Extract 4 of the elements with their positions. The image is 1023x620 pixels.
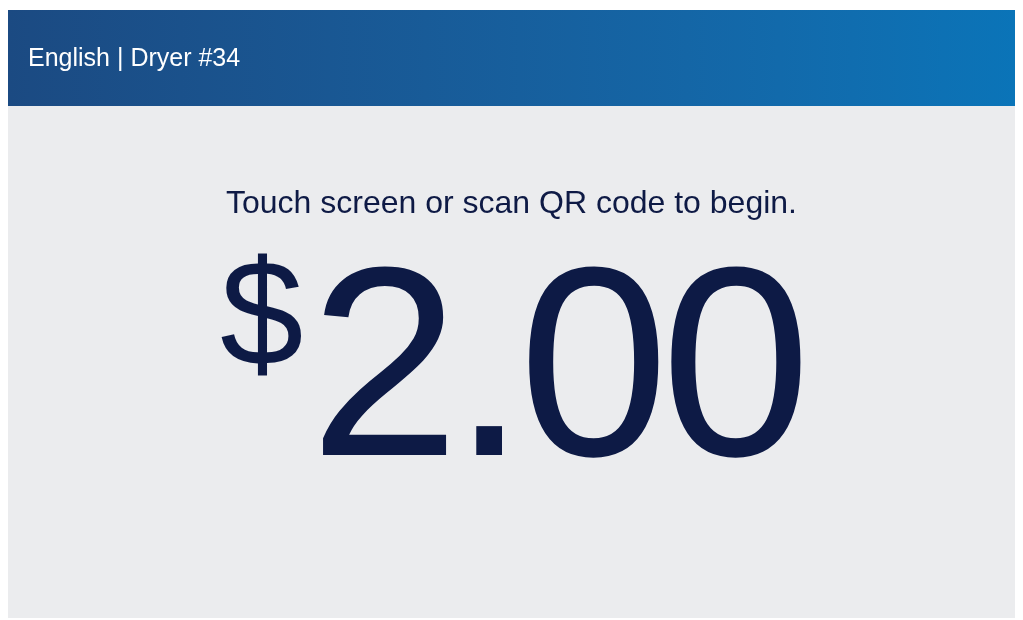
header-title: English | Dryer #34	[28, 42, 241, 74]
currency-symbol: $	[220, 238, 304, 388]
prompt-text: Touch screen or scan QR code to begin.	[226, 183, 797, 222]
price-amount: 2.00	[309, 234, 803, 491]
